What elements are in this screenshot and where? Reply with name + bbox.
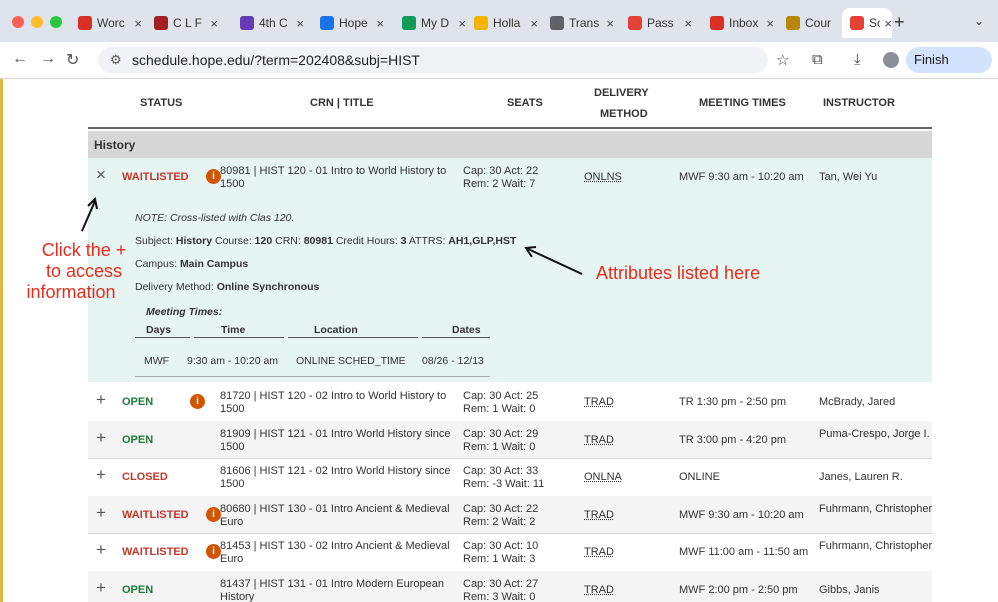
site-settings-icon[interactable]: ⚙ xyxy=(110,52,122,68)
tab-label: 4th C xyxy=(259,16,288,30)
tab-close-icon[interactable]: × xyxy=(296,16,304,31)
tab-close-icon[interactable]: × xyxy=(884,16,892,31)
tab-close-icon[interactable]: × xyxy=(530,16,538,31)
annotation-attributes: Attributes listed here xyxy=(596,263,761,283)
url-text: schedule.hope.edu/?term=202408&subj=HIST xyxy=(132,52,420,68)
tab-label: C L F xyxy=(173,16,202,30)
drive-icon xyxy=(402,16,416,30)
tab-label: Worc xyxy=(97,16,125,30)
tab-label: Pass xyxy=(647,16,674,30)
close-window-button[interactable] xyxy=(12,16,24,28)
acrobat-icon xyxy=(628,16,642,30)
tab-close-icon[interactable]: × xyxy=(766,16,774,31)
browser-tab[interactable]: Worc × xyxy=(70,8,142,38)
reload-icon[interactable]: ↻ xyxy=(66,50,79,70)
calendar-icon xyxy=(320,16,334,30)
address-bar[interactable]: ⚙ schedule.hope.edu/?term=202408&subj=HI… xyxy=(98,47,768,73)
annotation-line-1: Click the + xyxy=(41,240,127,260)
right-arrow xyxy=(527,248,583,275)
college-icon xyxy=(786,16,800,30)
profile-avatar[interactable] xyxy=(883,52,899,68)
browser-tab[interactable]: C L F × xyxy=(146,8,218,38)
browser-tab[interactable]: 4th C × xyxy=(232,8,304,38)
download-icon[interactable]: ⤓ xyxy=(854,51,861,68)
schedule-page: STATUS CRN | TITLE SEATS DELIVERY METHOD… xyxy=(0,79,998,602)
tab-label: Inbox xyxy=(729,16,759,30)
tab-close-icon[interactable]: × xyxy=(684,16,692,31)
acrobat-icon xyxy=(850,16,864,30)
extensions-puzzle-icon[interactable]: ⧉ xyxy=(812,51,823,68)
new-tab-button[interactable]: + xyxy=(894,12,905,33)
tab-close-icon[interactable]: × xyxy=(376,16,384,31)
annotation-arrows xyxy=(81,196,583,275)
tab-search-chevron-icon[interactable]: ⌄ xyxy=(974,14,984,28)
globe-icon xyxy=(550,16,564,30)
finish-update-button[interactable]: Finish update ⋮ xyxy=(906,47,992,93)
forms-icon xyxy=(240,16,254,30)
tab-label: Holla xyxy=(493,16,521,30)
browser-tab[interactable]: Hope × xyxy=(312,8,384,38)
tab-label: My D xyxy=(421,16,449,30)
browser-tab[interactable]: Holla × xyxy=(466,8,538,38)
college-icon xyxy=(154,16,168,30)
gmail-icon xyxy=(78,16,92,30)
browser-tab[interactable]: Trans × xyxy=(542,8,614,38)
tab-label: Hope xyxy=(339,16,368,30)
browser-tab[interactable]: Pass × xyxy=(620,8,692,38)
bookmark-star-icon[interactable]: ☆ xyxy=(776,51,789,69)
gmail-icon xyxy=(710,16,724,30)
tab-close-icon[interactable]: × xyxy=(134,16,142,31)
tab-label: Trans xyxy=(569,16,600,30)
tab-label: Sche xyxy=(869,16,881,30)
annotation-click-plus: Click the + to access information xyxy=(26,240,136,303)
tab-label: Cour xyxy=(805,16,832,30)
slides-icon xyxy=(474,16,488,30)
browser-toolbar: ← → ↻ ⚙ schedule.hope.edu/?term=202408&s… xyxy=(0,42,998,93)
tab-close-icon[interactable]: × xyxy=(210,16,218,31)
tab-close-icon[interactable]: × xyxy=(458,16,466,31)
maximize-window-button[interactable] xyxy=(50,16,62,28)
back-arrow-icon[interactable]: ← xyxy=(12,50,28,68)
browser-tab[interactable]: Cour× xyxy=(778,8,850,38)
browser-tab[interactable]: Sche× xyxy=(842,8,892,38)
browser-tab-bar: Worc × C L F × 4th C × Hope × My D × Holla × Trans × P… xyxy=(0,0,998,42)
minimize-window-button[interactable] xyxy=(31,16,43,28)
forward-arrow-icon[interactable]: → xyxy=(40,50,56,68)
annotation-line-3: information xyxy=(26,282,116,302)
tab-close-icon[interactable]: × xyxy=(606,16,614,31)
browser-tab[interactable]: My D × xyxy=(394,8,466,38)
annotation-line-2: to access xyxy=(45,261,123,281)
browser-tab[interactable]: Inbox × xyxy=(702,8,774,38)
